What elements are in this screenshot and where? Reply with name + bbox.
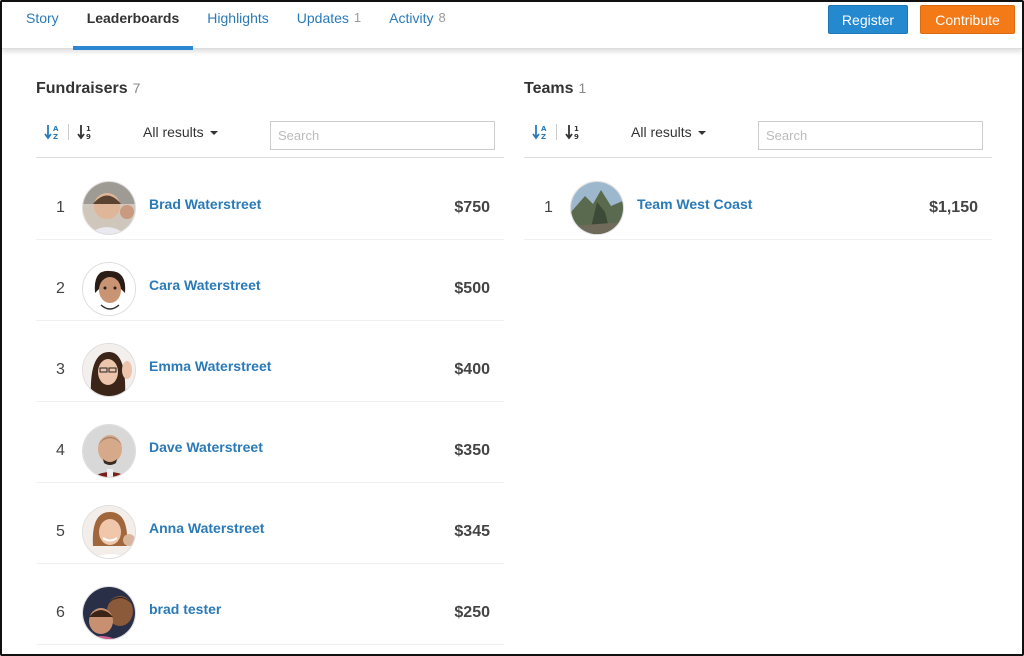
fundraisers-toolbar: A Z 1 9 All results (36, 118, 504, 158)
svg-text:1: 1 (86, 125, 91, 133)
teams-count: 1 (578, 80, 587, 96)
sort-alpha-icon[interactable]: A Z (44, 122, 64, 142)
teams-title: Teams (524, 80, 574, 97)
page-frame: Story Leaderboards Highlights Updates 1 … (0, 0, 1024, 656)
filter-label: All results (143, 124, 204, 140)
sort-numeric-icon[interactable]: 1 9 (77, 122, 97, 142)
amount-raised: $350 (454, 442, 490, 459)
caret-down-icon (697, 131, 706, 136)
list-item: 2 Cara Waterstreet $500 (36, 240, 504, 321)
contribute-button[interactable]: Contribute (920, 5, 1015, 34)
results-filter-dropdown[interactable]: All results (631, 124, 706, 140)
rank-number: 4 (56, 442, 65, 459)
rank-number: 1 (544, 199, 553, 216)
rank-number: 5 (56, 523, 65, 540)
fundraiser-name-link[interactable]: Dave Waterstreet (149, 439, 263, 455)
sort-divider (556, 124, 557, 140)
fundraisers-search-input[interactable] (270, 121, 495, 150)
tab-story[interactable]: Story (12, 2, 73, 49)
team-name-link[interactable]: Team West Coast (637, 196, 752, 212)
fundraisers-count: 7 (132, 80, 141, 96)
avatar[interactable] (570, 181, 624, 235)
rank-number: 3 (56, 361, 65, 378)
tab-highlights[interactable]: Highlights (193, 2, 282, 49)
svg-text:Z: Z (53, 133, 58, 141)
tab-label: Story (26, 10, 59, 26)
list-item: 5 Anna Waterstreet $345 (36, 483, 504, 564)
tab-bar: Story Leaderboards Highlights Updates 1 … (12, 2, 460, 50)
list-item: 3 Emma Waterstreet $400 (36, 321, 504, 402)
svg-text:9: 9 (86, 133, 91, 141)
list-item: 4 Dave Waterstreet $350 (36, 402, 504, 483)
amount-raised: $500 (454, 280, 490, 297)
avatar[interactable] (82, 343, 136, 397)
tab-leaderboards[interactable]: Leaderboards (72, 2, 194, 50)
rank-number: 6 (56, 604, 65, 621)
list-item: 1 Brad Waterstreet $750 (36, 159, 504, 240)
fundraisers-list: 1 Brad Waterstreet $750 2 Cara Waterstre… (36, 159, 504, 645)
tab-label: Updates (296, 10, 349, 26)
rank-number: 2 (56, 280, 65, 297)
tab-count: 8 (438, 10, 446, 25)
svg-text:A: A (53, 125, 59, 133)
svg-text:A: A (541, 125, 547, 133)
sort-alpha-icon[interactable]: A Z (532, 122, 552, 142)
fundraiser-name-link[interactable]: Cara Waterstreet (149, 277, 261, 293)
top-navigation: Story Leaderboards Highlights Updates 1 … (2, 2, 1022, 50)
tab-label: Leaderboards (86, 10, 180, 26)
svg-text:9: 9 (574, 133, 579, 141)
avatar[interactable] (82, 505, 136, 559)
fundraiser-name-link[interactable]: Anna Waterstreet (149, 520, 264, 536)
svg-text:1: 1 (574, 125, 579, 133)
fundraisers-title: Fundraisers (36, 80, 128, 97)
avatar[interactable] (82, 424, 136, 478)
results-filter-dropdown[interactable]: All results (143, 124, 218, 140)
fundraiser-name-link[interactable]: brad tester (149, 601, 221, 617)
amount-raised: $250 (454, 604, 490, 621)
list-item: 6 brad tester $250 (36, 564, 504, 645)
amount-raised: $1,150 (929, 199, 978, 216)
avatar[interactable] (82, 586, 136, 640)
tab-activity[interactable]: Activity 8 (375, 2, 460, 49)
svg-text:Z: Z (541, 133, 546, 141)
caret-down-icon (209, 131, 218, 136)
teams-heading: Teams 1 (524, 80, 586, 98)
register-button[interactable]: Register (828, 5, 908, 34)
avatar[interactable] (82, 262, 136, 316)
fundraiser-name-link[interactable]: Emma Waterstreet (149, 358, 271, 374)
avatar[interactable] (82, 181, 136, 235)
sort-divider (68, 124, 69, 140)
teams-search-input[interactable] (758, 121, 983, 150)
teams-list: 1 Team West Coast $1,150 (524, 159, 992, 240)
fundraiser-name-link[interactable]: Brad Waterstreet (149, 196, 261, 212)
amount-raised: $345 (454, 523, 490, 540)
amount-raised: $750 (454, 199, 490, 216)
filter-label: All results (631, 124, 692, 140)
teams-toolbar: A Z 1 9 All results (524, 118, 992, 158)
rank-number: 1 (56, 199, 65, 216)
sort-numeric-icon[interactable]: 1 9 (565, 122, 585, 142)
fundraisers-heading: Fundraisers 7 (36, 80, 140, 98)
amount-raised: $400 (454, 361, 490, 378)
tab-count: 1 (353, 10, 362, 25)
tab-label: Highlights (207, 10, 269, 26)
tab-updates[interactable]: Updates 1 (283, 2, 375, 49)
tab-label: Activity (389, 10, 434, 26)
list-item: 1 Team West Coast $1,150 (524, 159, 992, 240)
